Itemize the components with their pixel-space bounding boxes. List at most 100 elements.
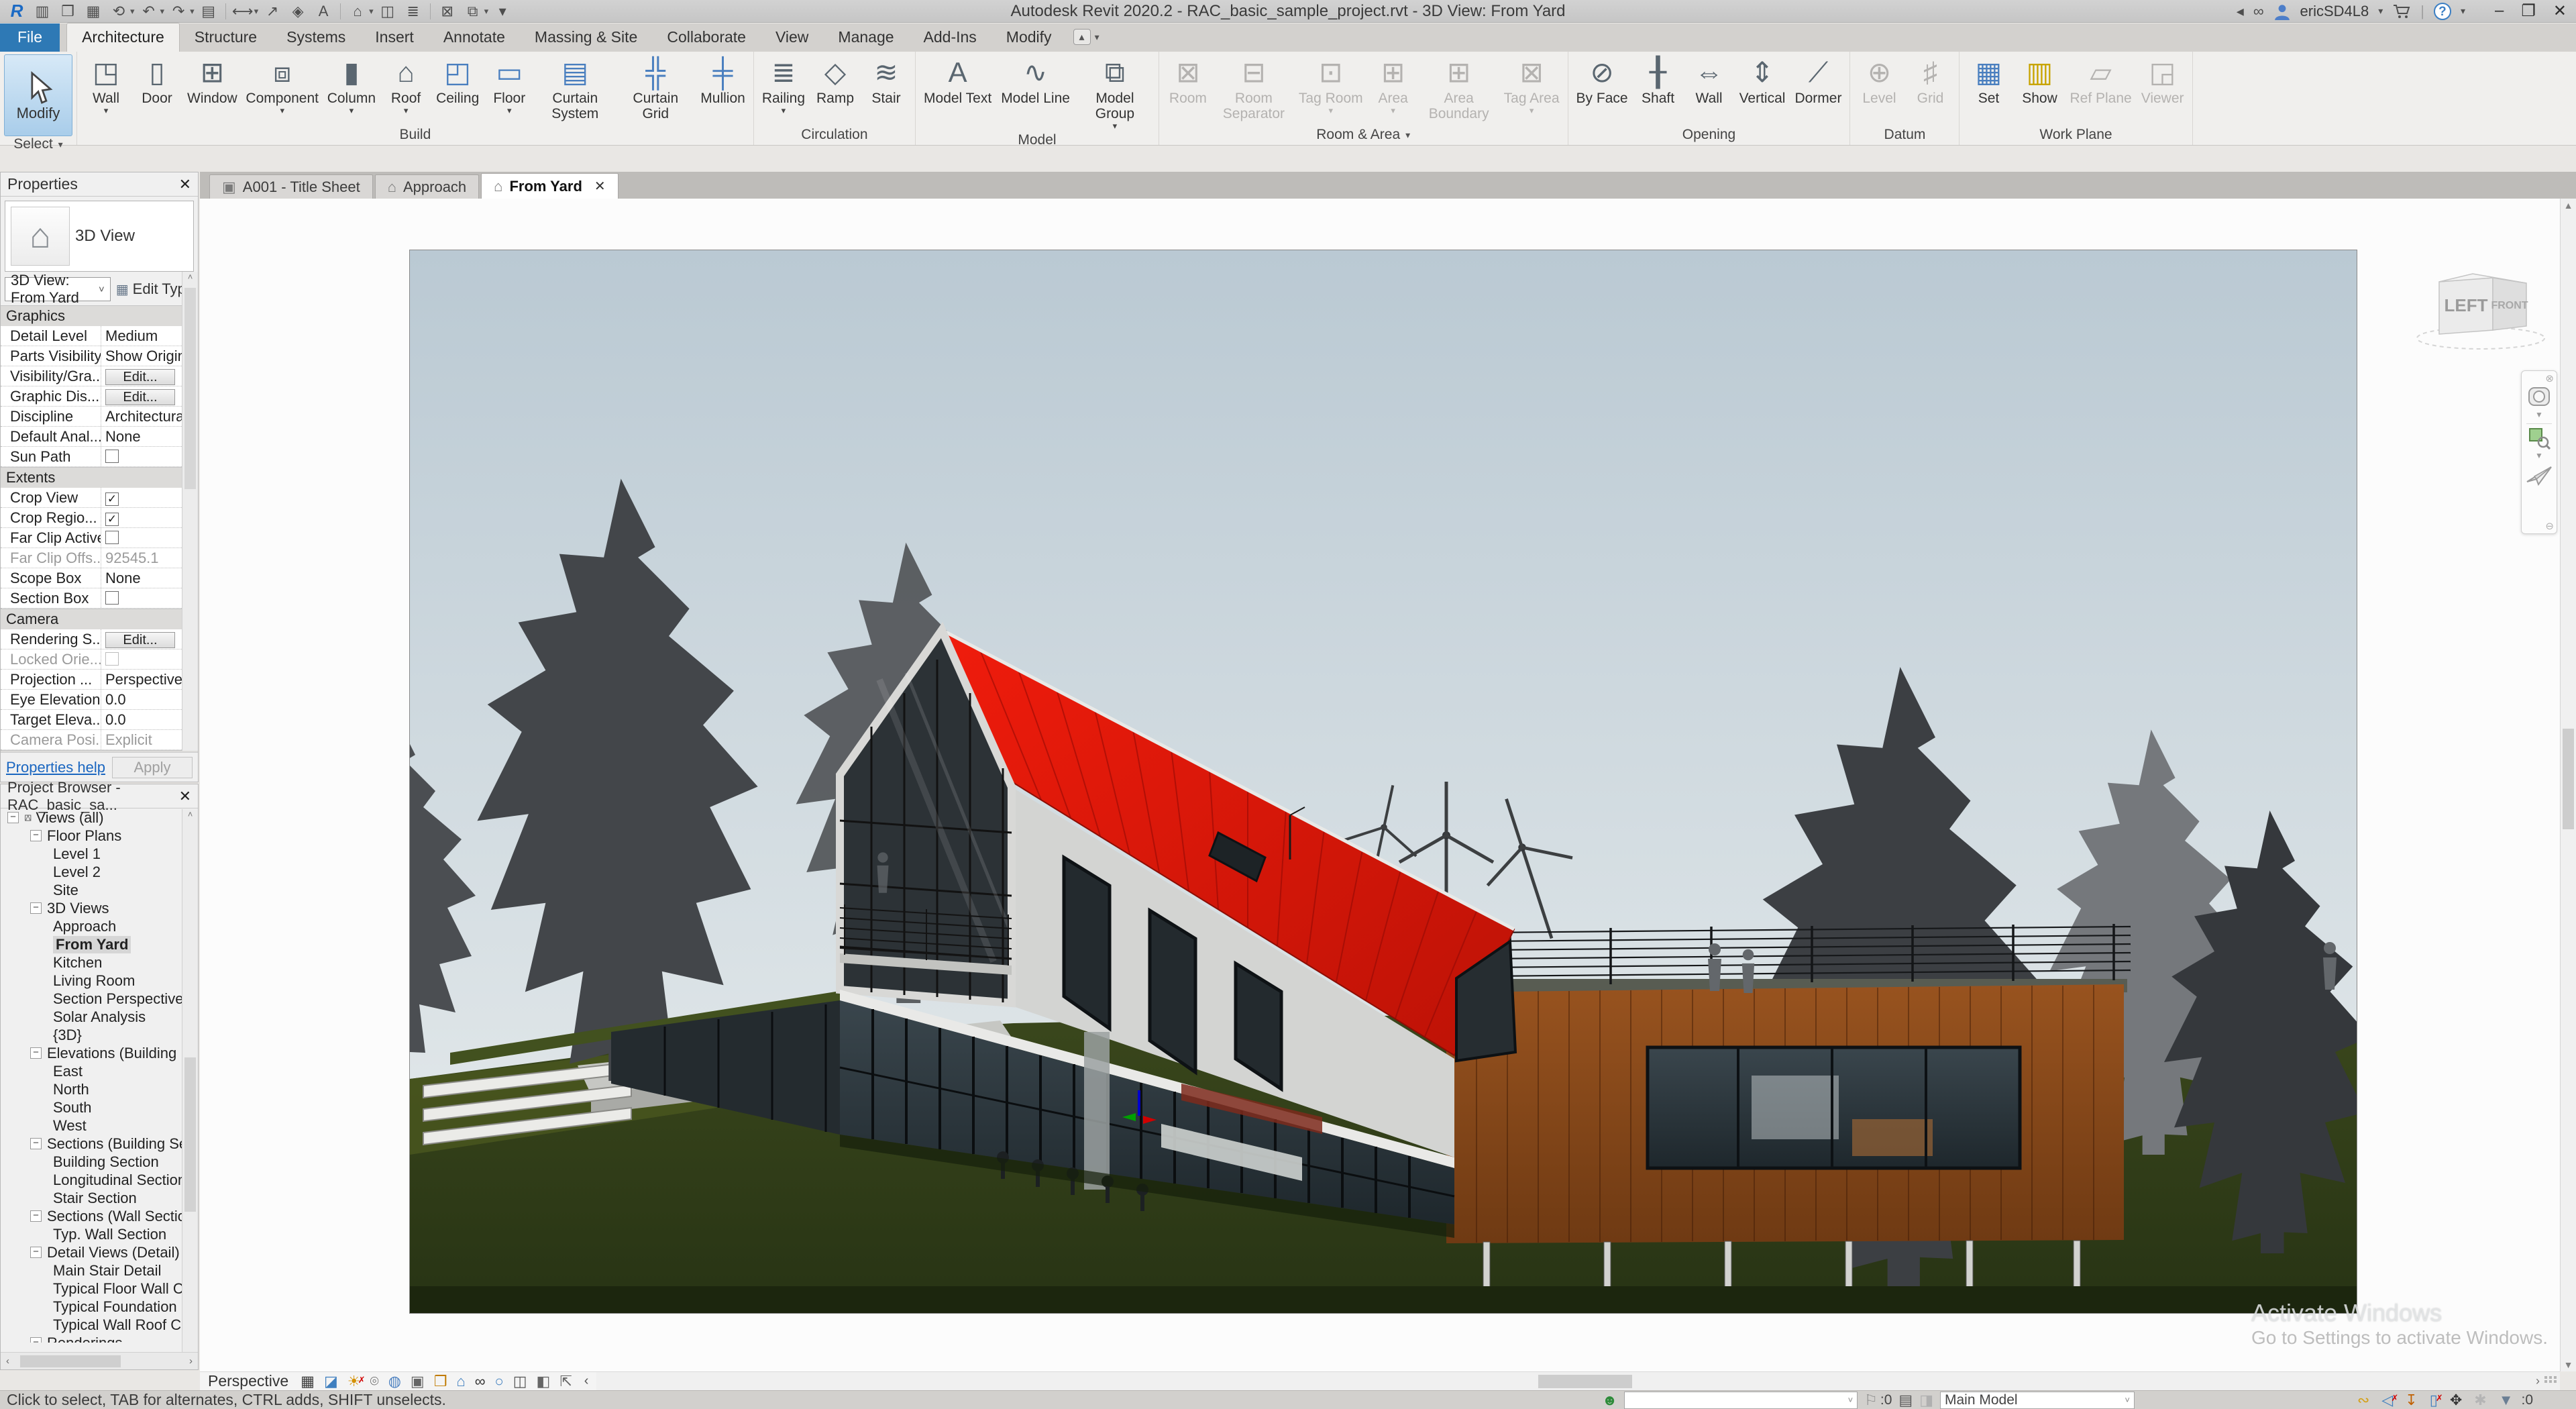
ribbon-button-window[interactable]: ⊞Window — [183, 54, 241, 107]
section-camera[interactable]: Camera˄ — [1, 609, 198, 629]
ribbon-button-modify[interactable]: Modify — [4, 54, 72, 136]
lock-3d-view-icon[interactable]: ⇱ — [559, 1373, 572, 1390]
background-processes-icon[interactable]: ✱ — [2474, 1392, 2486, 1408]
project-browser-hscrollbar[interactable]: ‹› — [1, 1352, 198, 1369]
canvas-vertical-scrollbar[interactable]: ▲ ▼ — [2560, 199, 2576, 1371]
tab-file[interactable]: File — [0, 23, 60, 52]
tab-view[interactable]: View — [761, 23, 823, 52]
restore-button[interactable]: ❐ — [2521, 1, 2536, 21]
displacement-icon[interactable]: ◧ — [537, 1373, 551, 1390]
ribbon-button-door[interactable]: ▯Door — [132, 54, 182, 107]
ribbon-button-curtain-grid[interactable]: ╬Curtain Grid — [616, 54, 695, 123]
checkbox[interactable] — [105, 652, 119, 666]
tree-item-floor-plans[interactable]: −Floor Plans — [1, 827, 198, 845]
tab-structure[interactable]: Structure — [180, 23, 272, 52]
redo-icon[interactable]: ↷ — [167, 2, 190, 21]
checkbox[interactable] — [105, 450, 119, 463]
ribbon-button-ceiling[interactable]: ◰Ceiling — [432, 54, 483, 107]
tab-annotate[interactable]: Annotate — [429, 23, 520, 52]
ribbon-display-toggle[interactable]: ▴▾ — [1073, 29, 1099, 52]
design-options-icon[interactable]: ▤ — [1898, 1392, 1913, 1408]
3d-view-render[interactable] — [409, 250, 2357, 1314]
scroll-up-icon[interactable]: ▲ — [2561, 200, 2576, 211]
crop-view-icon[interactable]: ▣ — [411, 1373, 425, 1390]
type-selector[interactable]: ⌂ 3D View — [5, 201, 194, 272]
tree-expander-icon[interactable]: − — [30, 1138, 42, 1149]
tree-item-solar-analysis[interactable]: Solar Analysis — [1, 1008, 198, 1026]
edit-button[interactable]: Edit... — [105, 389, 175, 405]
view-scale-label[interactable]: Perspective — [208, 1372, 288, 1390]
properties-scrollbar[interactable]: ˄ — [182, 272, 198, 751]
active-workset-dropdown[interactable]: ˅ — [1624, 1392, 1858, 1409]
drawing-area[interactable]: LEFT FRONT ⊗ ▼ ▼ ⊖ Activate Windows Go t… — [200, 199, 2560, 1371]
tree-expander-icon[interactable]: − — [7, 812, 19, 823]
tree-item-longitudinal-section[interactable]: Longitudinal Section — [1, 1171, 198, 1189]
tree-expander-icon[interactable]: − — [30, 1247, 42, 1258]
measure-icon[interactable]: ⟷ — [231, 2, 254, 21]
edit-button[interactable]: Edit... — [105, 632, 175, 648]
measure-icon-caret[interactable]: ▾ — [254, 6, 259, 17]
section-graphics[interactable]: Graphics˄ — [1, 305, 198, 326]
tree-item-typical-wall-roof-con[interactable]: Typical Wall Roof Con — [1, 1316, 198, 1334]
username[interactable]: ericSD4L8 — [2300, 3, 2369, 20]
checkbox[interactable]: ✓ — [105, 513, 119, 526]
tag-icon[interactable]: ◈ — [286, 2, 309, 21]
close-hidden-windows-icon[interactable]: ⊠ — [436, 2, 459, 21]
tree-item-approach[interactable]: Approach — [1, 917, 198, 935]
checkbox[interactable] — [105, 591, 119, 605]
drag-on-selection-icon[interactable]: ✥ — [2450, 1392, 2462, 1408]
tree-item-elevations-building-elevat[interactable]: −Elevations (Building Elevat — [1, 1044, 198, 1062]
tree-item-building-section[interactable]: Building Section — [1, 1153, 198, 1171]
checkbox[interactable]: ✓ — [105, 492, 119, 506]
ribbon-button-show[interactable]: ▥Show — [2015, 54, 2064, 107]
ribbon-button-roof[interactable]: ⌂Roof▾ — [381, 54, 431, 117]
tree-expander-icon[interactable]: − — [30, 902, 42, 914]
text-icon[interactable]: A — [312, 2, 335, 21]
shadows-icon[interactable]: ◪ — [324, 1373, 338, 1390]
canvas-hscroll-thumb[interactable] — [1538, 1375, 1632, 1388]
view-tab-a001-title-sheet[interactable]: ▣A001 - Title Sheet — [209, 174, 373, 199]
tree-expander-icon[interactable]: − — [30, 1337, 42, 1343]
tree-expander-icon[interactable]: − — [30, 830, 42, 841]
wall-dropdown-icon[interactable]: ▾ — [104, 106, 109, 115]
sync-icon-caret[interactable]: ▾ — [130, 6, 135, 17]
sun-path-icon[interactable]: ☀✗ — [347, 1373, 361, 1390]
tab-collaborate[interactable]: Collaborate — [652, 23, 761, 52]
view-tab-from-yard[interactable]: ⌂From Yard✕ — [481, 173, 618, 199]
redo-icon-caret[interactable]: ▾ — [190, 6, 195, 17]
checkbox[interactable] — [105, 531, 119, 544]
view-tab-approach[interactable]: ⌂Approach — [375, 174, 479, 199]
view-tab-close-icon[interactable]: ✕ — [594, 178, 606, 195]
floor-dropdown-icon[interactable]: ▾ — [507, 106, 512, 115]
ribbon-button-set[interactable]: ▦Set — [1964, 54, 2013, 107]
user-avatar[interactable] — [2273, 3, 2291, 20]
steering-wheel-icon[interactable] — [2527, 384, 2551, 409]
vcb-collapse-icon[interactable]: ‹ — [584, 1373, 589, 1389]
tree-item-kitchen[interactable]: Kitchen — [1, 953, 198, 972]
navbar-zoom-caret-icon[interactable]: ▼ — [2535, 451, 2543, 460]
column-dropdown-icon[interactable]: ▾ — [350, 106, 354, 115]
minimize-button[interactable]: – — [2495, 1, 2504, 21]
ribbon-button-model-text[interactable]: AModel Text — [920, 54, 996, 107]
ribbon-button-wall[interactable]: ⇔Wall — [1684, 54, 1734, 107]
thin-lines-icon[interactable]: ≣ — [402, 2, 425, 21]
crop-region-icon[interactable]: ❒ — [434, 1373, 447, 1390]
navbar-minimize-icon[interactable]: ⊖ — [2545, 520, 2557, 533]
tree-item-views-all[interactable]: −⟎Views (all) — [1, 808, 198, 827]
visual-style-icon[interactable]: ▦ — [301, 1373, 315, 1390]
tab-modify[interactable]: Modify — [991, 23, 1067, 52]
tree-item-level-1[interactable]: Level 1 — [1, 845, 198, 863]
sync-icon[interactable]: ⟲ — [107, 2, 130, 21]
railing-dropdown-icon[interactable]: ▾ — [782, 106, 786, 115]
revit-logo[interactable]: R — [5, 2, 28, 21]
tab-insert[interactable]: Insert — [360, 23, 429, 52]
ribbon-minimize-icon[interactable]: ▴ — [1073, 29, 1091, 45]
tree-item-sections-building-section[interactable]: −Sections (Building Section — [1, 1135, 198, 1153]
help-caret-icon[interactable]: ▾ — [2461, 5, 2465, 17]
edit-button[interactable]: Edit... — [105, 369, 175, 385]
room-area-panel-caret-icon[interactable]: ▾ — [1405, 129, 1410, 141]
save-icon[interactable]: ▦ — [82, 2, 105, 21]
tree-item-sections-wall-section[interactable]: −Sections (Wall Section) — [1, 1207, 198, 1225]
scroll-right-icon[interactable]: › — [2536, 1374, 2540, 1388]
ribbon-button-floor[interactable]: ▭Floor▾ — [484, 54, 534, 117]
